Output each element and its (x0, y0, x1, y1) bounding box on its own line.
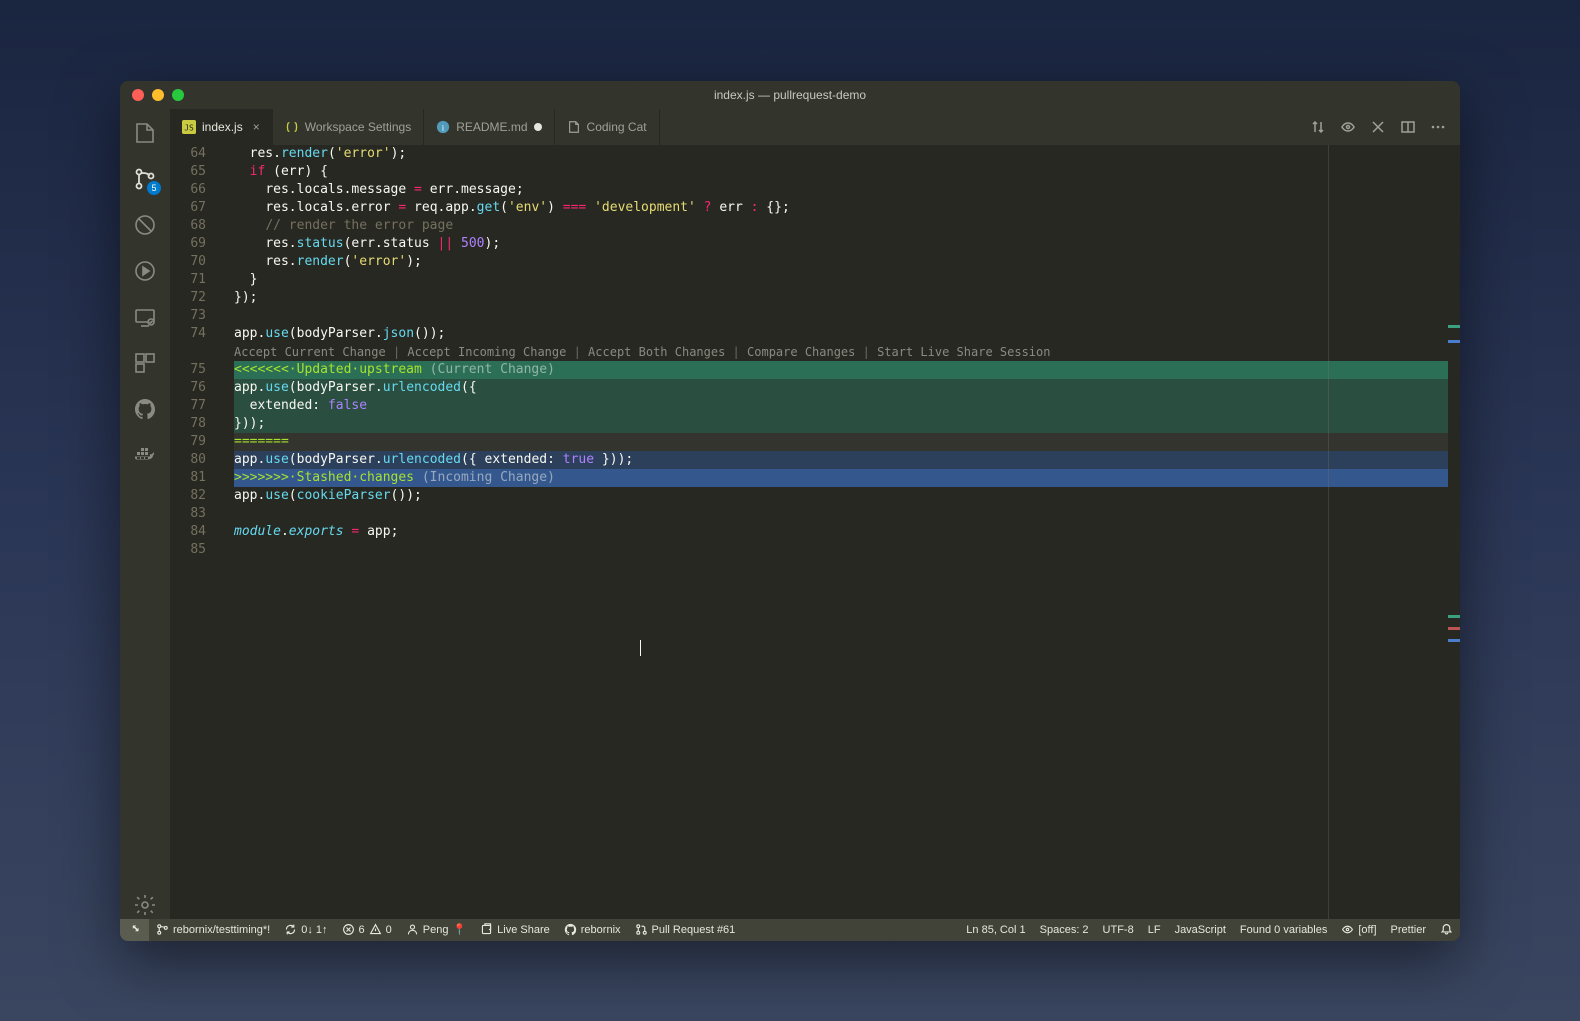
github-user: rebornix (581, 924, 621, 936)
language-status[interactable]: JavaScript (1168, 919, 1233, 941)
tab-readme[interactable]: i README.md (424, 109, 554, 145)
account-name: Peng (423, 924, 449, 936)
editor-ruler (1328, 145, 1329, 919)
statusbar: rebornix/testtiming*! 0↓ 1↑ 6 0 Peng 📍 L… (120, 919, 1460, 941)
code-content[interactable]: res.render('error'); if (err) { res.loca… (234, 145, 1448, 919)
tab-coding-cat[interactable]: Coding Cat (555, 109, 660, 145)
problems-status[interactable]: 6 0 (335, 919, 399, 941)
titlebar: index.js — pullrequest-demo (120, 81, 1460, 109)
tab-bar: JS index.js × Workspace Settings i READM… (170, 109, 1460, 145)
close-icon[interactable]: × (253, 120, 260, 134)
gear-icon[interactable] (131, 891, 159, 919)
error-count: 6 (359, 924, 365, 936)
sync-text: 0↓ 1↑ (301, 924, 327, 936)
tab-index-js[interactable]: JS index.js × (170, 109, 273, 145)
merge-codelens: Accept Current Change | Accept Incoming … (234, 343, 1448, 361)
modified-indicator-icon (534, 123, 542, 131)
warning-count: 0 (386, 924, 392, 936)
json-icon (285, 120, 299, 134)
file-icon (567, 120, 581, 134)
code-editor[interactable]: 6465666768697071727374 75767778798081828… (170, 145, 1460, 919)
vscode-window: index.js — pullrequest-demo 5 (120, 81, 1460, 941)
accept-current-link[interactable]: Accept Current Change (234, 345, 386, 359)
line-number-gutter: 6465666768697071727374 75767778798081828… (170, 145, 220, 919)
debug-run-icon[interactable] (131, 257, 159, 285)
preview-icon[interactable] (1340, 119, 1356, 135)
github-status[interactable]: rebornix (557, 919, 628, 941)
branch-name: rebornix/testtiming*! (173, 924, 270, 936)
indentation-status[interactable]: Spaces: 2 (1033, 919, 1096, 941)
close-window-button[interactable] (132, 89, 144, 101)
source-control-icon[interactable]: 5 (131, 165, 159, 193)
editor-actions (1296, 109, 1460, 145)
tab-workspace-settings[interactable]: Workspace Settings (273, 109, 425, 145)
accept-both-link[interactable]: Accept Both Changes (588, 345, 725, 359)
minimap[interactable] (1448, 145, 1460, 919)
tab-label: index.js (202, 120, 243, 134)
js-icon: JS (182, 120, 196, 134)
compare-icon[interactable] (1310, 119, 1326, 135)
fold-column (220, 145, 234, 919)
svg-text:JS: JS (184, 123, 194, 132)
preview-status[interactable]: [off] (1334, 919, 1383, 941)
compare-changes-link[interactable]: Compare Changes (747, 345, 855, 359)
split-editor-icon[interactable] (1400, 119, 1416, 135)
activity-bar: 5 (120, 109, 170, 919)
encoding-status[interactable]: UTF-8 (1096, 919, 1141, 941)
extensions-icon[interactable] (131, 349, 159, 377)
files-icon[interactable] (131, 119, 159, 147)
eol-status[interactable]: LF (1141, 919, 1168, 941)
diff-icon[interactable] (1370, 119, 1386, 135)
tab-label: Workspace Settings (305, 120, 412, 134)
accept-incoming-link[interactable]: Accept Incoming Change (407, 345, 566, 359)
text-cursor (640, 640, 641, 656)
docker-icon[interactable] (131, 441, 159, 469)
sync-status[interactable]: 0↓ 1↑ (277, 919, 334, 941)
github-icon[interactable] (131, 395, 159, 423)
remote-explorer-icon[interactable] (131, 303, 159, 331)
live-share-link[interactable]: Start Live Share Session (877, 345, 1050, 359)
debug-disabled-icon[interactable] (131, 211, 159, 239)
pin-icon: 📍 (452, 923, 466, 936)
minimize-window-button[interactable] (152, 89, 164, 101)
cursor-position[interactable]: Ln 85, Col 1 (959, 919, 1032, 941)
pr-status[interactable]: Pull Request #61 (628, 919, 743, 941)
liveshare-label: Live Share (497, 924, 550, 936)
scm-badge: 5 (147, 181, 161, 195)
traffic-lights (120, 89, 184, 101)
window-title: index.js — pullrequest-demo (714, 88, 866, 102)
tab-label: Coding Cat (587, 120, 647, 134)
editor-area: JS index.js × Workspace Settings i READM… (170, 109, 1460, 919)
remote-indicator[interactable] (120, 919, 149, 941)
main-area: 5 (120, 109, 1460, 919)
notifications-icon[interactable] (1433, 919, 1460, 941)
maximize-window-button[interactable] (172, 89, 184, 101)
more-icon[interactable] (1430, 119, 1446, 135)
info-icon: i (436, 120, 450, 134)
formatter-status[interactable]: Prettier (1384, 919, 1433, 941)
pr-label: Pull Request #61 (652, 924, 736, 936)
liveshare-status[interactable]: Live Share (473, 919, 557, 941)
variables-status[interactable]: Found 0 variables (1233, 919, 1334, 941)
branch-status[interactable]: rebornix/testtiming*! (149, 919, 277, 941)
account-status[interactable]: Peng 📍 (399, 919, 473, 941)
tab-label: README.md (456, 120, 527, 134)
